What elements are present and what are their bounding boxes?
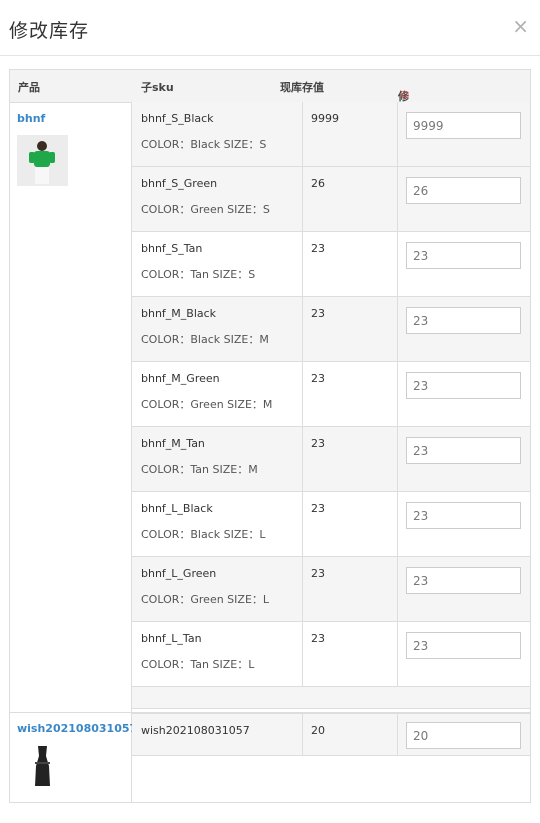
table-header: 产品 子sku 现库存值 修改库存值⧉ [10,70,530,167]
sku-attributes: COLOR：Tan SIZE：L [141,658,255,671]
group-spacer [132,687,530,709]
stock-cell: 20 [303,714,398,755]
close-icon[interactable]: × [512,14,529,38]
stock-input[interactable] [406,722,521,749]
stock-cell: 23 [303,427,398,491]
sku-code: bhnf_S_Black [141,112,214,125]
stock-cell: 23 [303,297,398,361]
modal-title: 修改库存 [9,20,90,42]
table-row: bhnf_L_Green COLOR：Green SIZE：L 23 [132,557,530,622]
sku-code: wish202108031057 [141,724,250,737]
stock-cell: 23 [303,362,398,426]
sku-code: bhnf_L_Green [141,567,217,580]
current-stock: 23 [311,372,325,385]
header-product: 产品 [18,81,40,94]
sku-attributes: COLOR：Green SIZE：S [141,203,270,216]
stock-table: 产品 子sku 现库存值 修改库存值⧉ bhnf bhnf_S_Black COL… [9,69,531,803]
stock-input[interactable] [406,372,521,399]
table-row: bhnf_M_Black COLOR：Black SIZE：M 23 [132,297,530,362]
header-current-stock: 现库存值 [280,81,324,94]
table-row: bhnf_L_Tan COLOR：Tan SIZE：L 23 [132,622,530,687]
stock-input[interactable] [406,567,521,594]
sku-attributes: COLOR：Black SIZE：S [141,138,267,151]
current-stock: 9999 [311,112,339,125]
current-stock: 23 [311,632,325,645]
stock-cell: 26 [303,167,398,231]
current-stock: 23 [311,502,325,515]
current-stock: 20 [311,724,325,737]
current-stock: 23 [311,307,325,320]
sku-attributes: COLOR：Green SIZE：M [141,398,273,411]
sku-attributes: COLOR：Tan SIZE：M [141,463,258,476]
current-stock: 26 [311,177,325,190]
current-stock: 23 [311,437,325,450]
sku-list: bhnf_S_Black COLOR：Black SIZE：S 9999 bhnf… [132,102,530,709]
sku-cell: bhnf_M_Green COLOR：Green SIZE：M [132,362,303,426]
sku-cell: bhnf_M_Black COLOR：Black SIZE：M [132,297,303,361]
stock-cell: 9999 [303,102,398,166]
copy-icon[interactable]: ⧉ [401,88,409,102]
sku-cell: bhnf_L_Green COLOR：Green SIZE：L [132,557,303,621]
stock-input[interactable] [406,632,521,659]
stock-input[interactable] [406,502,521,529]
sku-code: bhnf_M_Tan [141,437,205,450]
product-link[interactable]: wish202108031057 [17,722,137,735]
sku-cell: wish202108031057 [132,714,303,755]
stock-input[interactable] [406,307,521,334]
sku-code: bhnf_S_Green [141,177,218,190]
sku-cell: bhnf_L_Tan COLOR：Tan SIZE：L [132,622,303,686]
stock-input[interactable] [406,112,521,139]
sku-attributes: COLOR：Black SIZE：L [141,528,266,541]
stock-cell: 23 [303,232,398,296]
product-image[interactable] [17,135,68,186]
current-stock: 23 [311,242,325,255]
table-row: bhnf_S_Black COLOR：Black SIZE：S 9999 [132,102,530,167]
stock-input[interactable] [406,242,521,269]
product-link[interactable]: bhnf [17,112,45,125]
product-group-bhnf: bhnf bhnf_S_Black COLOR：Black SIZE：S 9999… [10,102,530,712]
table-row: bhnf_M_Green COLOR：Green SIZE：M 23 [132,362,530,427]
stock-cell: 23 [303,557,398,621]
header-sku: 子sku [141,81,174,94]
sku-code: bhnf_S_Tan [141,242,203,255]
sku-attributes: COLOR：Tan SIZE：S [141,268,256,281]
sku-list: wish202108031057 20 [132,713,530,756]
sku-attributes: COLOR：Black SIZE：M [141,333,269,346]
current-stock: 23 [311,567,325,580]
modal-header: 修改库存 × [0,0,540,56]
sku-cell: bhnf_S_Black COLOR：Black SIZE：S [132,102,303,166]
stock-cell: 23 [303,492,398,556]
sku-code: bhnf_M_Green [141,372,220,385]
stock-input[interactable] [406,437,521,464]
stock-cell: 23 [303,622,398,686]
sku-code: bhnf_L_Tan [141,632,202,645]
stock-input[interactable] [406,177,521,204]
sku-cell: bhnf_S_Tan COLOR：Tan SIZE：S [132,232,303,296]
table-row: bhnf_M_Tan COLOR：Tan SIZE：M 23 [132,427,530,492]
product-image[interactable] [17,742,68,793]
sku-cell: bhnf_L_Black COLOR：Black SIZE：L [132,492,303,556]
table-row: bhnf_L_Black COLOR：Black SIZE：L 23 [132,492,530,557]
table-row: wish202108031057 20 [132,713,530,756]
product-group-wish: wish202108031057 wish202108031057 20 [10,713,530,802]
table-row: bhnf_S_Tan COLOR：Tan SIZE：S 23 [132,232,530,297]
sku-cell: bhnf_S_Green COLOR：Green SIZE：S [132,167,303,231]
sku-attributes: COLOR：Green SIZE：L [141,593,270,606]
sku-code: bhnf_L_Black [141,502,213,515]
sku-code: bhnf_M_Black [141,307,217,320]
sku-cell: bhnf_M_Tan COLOR：Tan SIZE：M [132,427,303,491]
table-row: bhnf_S_Green COLOR：Green SIZE：S 26 [132,167,530,232]
